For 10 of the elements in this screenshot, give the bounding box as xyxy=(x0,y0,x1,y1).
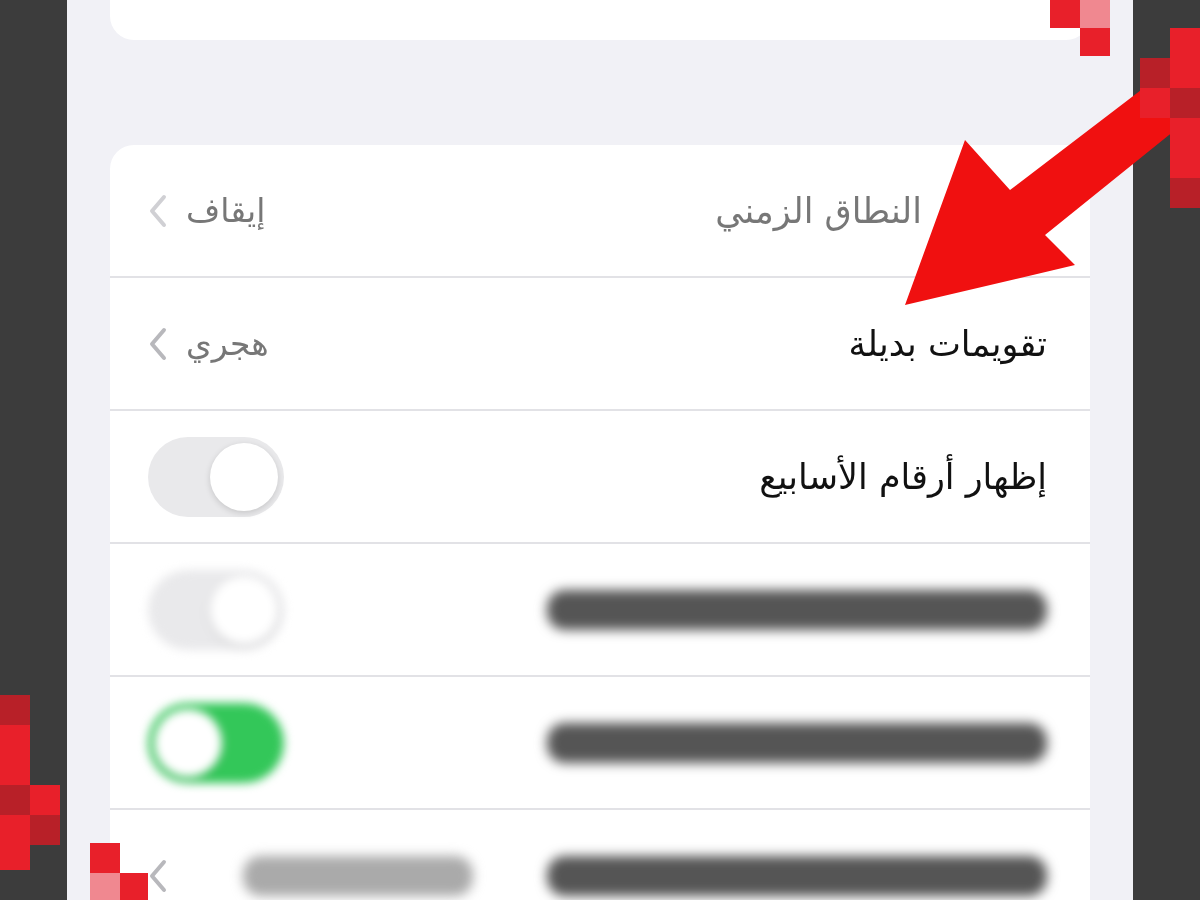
setting-label: النطاق الزمني xyxy=(714,190,922,231)
chevron-icon xyxy=(148,193,168,228)
setting-value: إيقاف xyxy=(186,191,266,230)
chevron-icon xyxy=(148,326,168,361)
setting-label: تقويمات بديلة xyxy=(847,323,1047,364)
toggle-switch[interactable] xyxy=(148,702,284,783)
pixel-drawing xyxy=(1050,0,1110,56)
setting-label: إظهار أرقام الأسابيع xyxy=(758,456,1047,497)
setting-value: هجري xyxy=(186,324,269,363)
chevron-icon xyxy=(148,858,168,893)
